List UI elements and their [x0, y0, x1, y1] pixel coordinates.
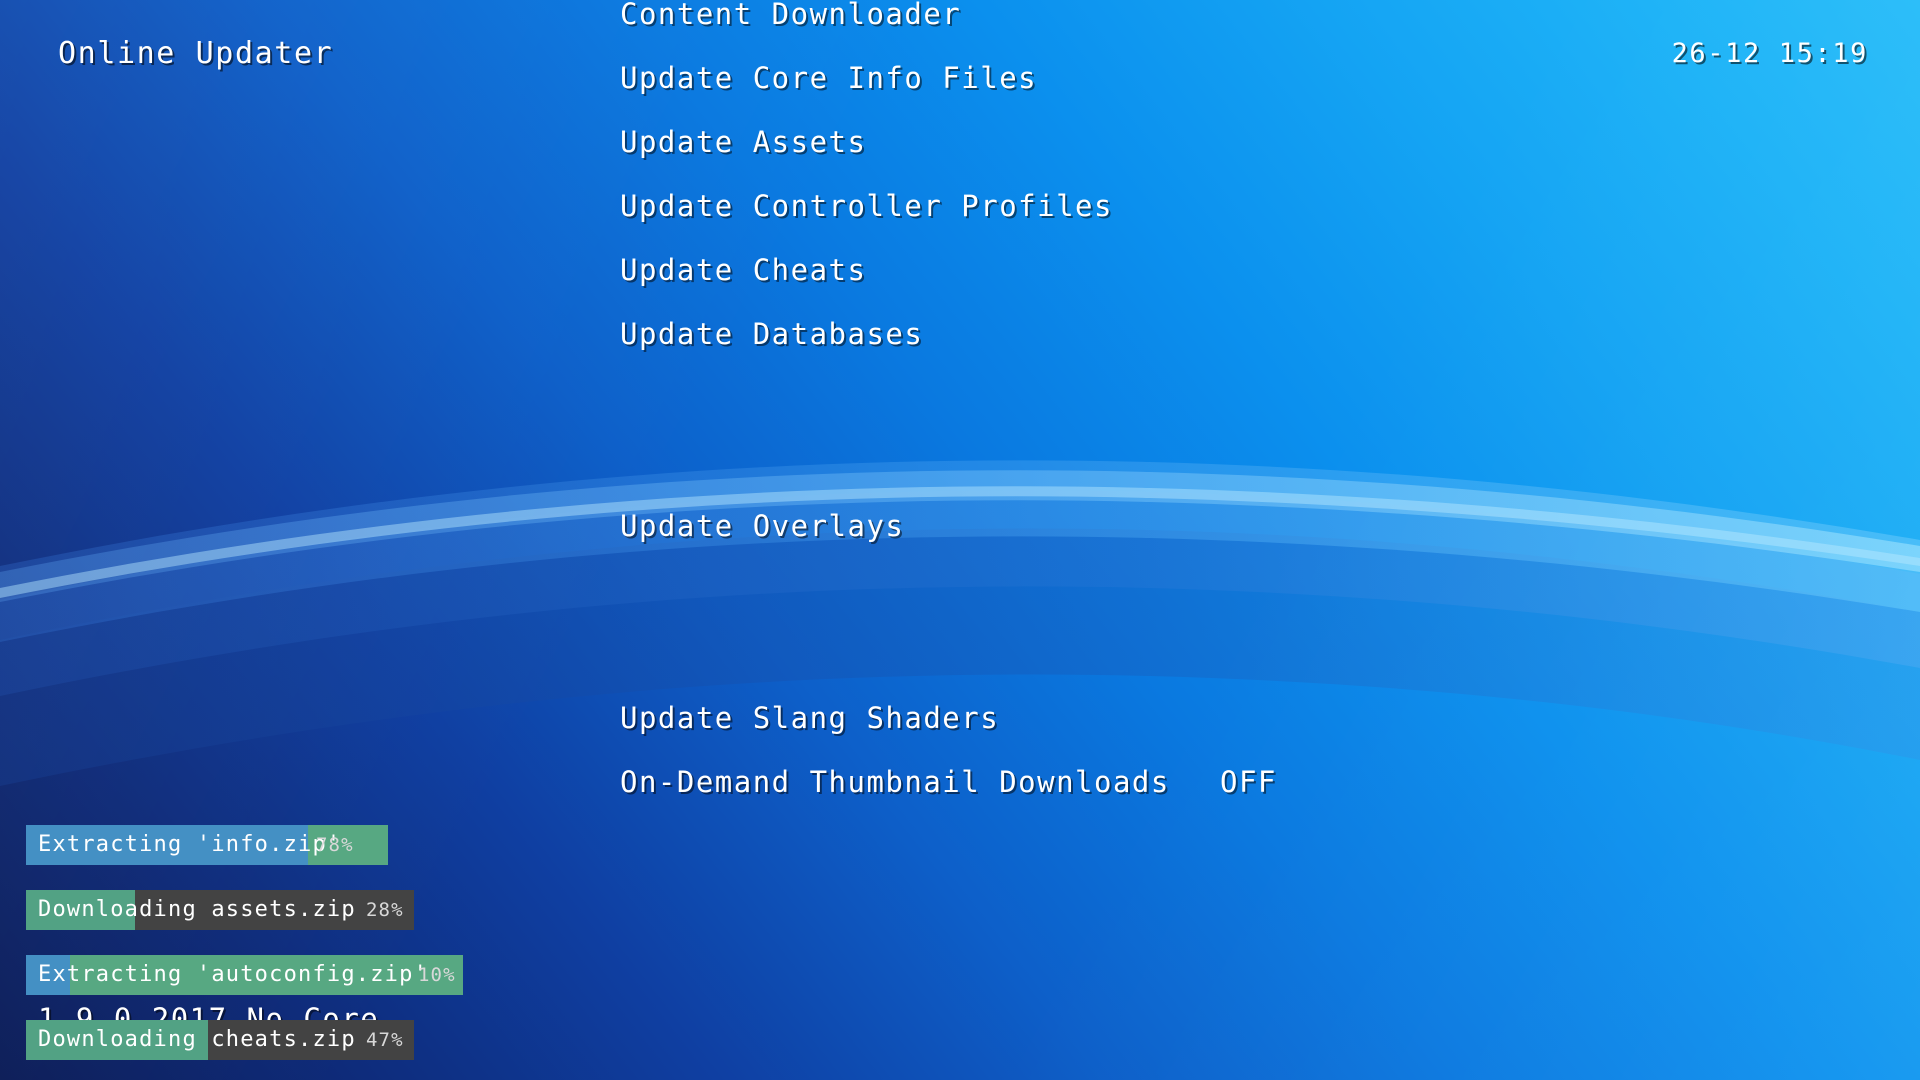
progress-label: Downloading cheats.zip — [38, 1027, 356, 1052]
menu-row-spacer — [620, 622, 1820, 686]
menu-row-spacer — [620, 366, 1820, 430]
menu-item-update-databases[interactable]: Update Databases — [620, 302, 1820, 366]
menu-item-label: Update Controller Profiles — [620, 189, 1113, 223]
menu-item-update-core-info-files[interactable]: Update Core Info Files — [620, 46, 1820, 110]
progress-percent: 28% — [366, 899, 404, 921]
menu-item-content-downloader[interactable]: Content Downloader — [620, 0, 1820, 46]
menu-item-update-overlays[interactable]: Update Overlays — [620, 494, 1820, 558]
progress-toast-list: Extracting 'info.zip' 78% Downloading asse… — [26, 800, 726, 1060]
progress-percent: 78% — [316, 834, 354, 856]
menu-item-update-slang-shaders[interactable]: Update Slang Shaders — [620, 686, 1820, 750]
progress-toast: Downloading assets.zip 28% — [26, 890, 414, 930]
menu-item-label: Update Slang Shaders — [620, 701, 1000, 735]
menu-item-update-assets[interactable]: Update Assets — [620, 110, 1820, 174]
progress-label: Downloading assets.zip — [38, 897, 356, 922]
page-title: Online Updater — [58, 36, 334, 71]
menu-item-update-cheats[interactable]: Update Cheats — [620, 238, 1820, 302]
menu-row-spacer — [620, 558, 1820, 622]
menu-row-spacer — [620, 430, 1820, 494]
progress-toast: Extracting 'autoconfig.zip' 10% — [26, 955, 463, 995]
progress-label: Extracting 'autoconfig.zip' — [38, 962, 429, 987]
menu-item-value: OFF — [1220, 765, 1277, 799]
progress-percent: 10% — [418, 964, 456, 986]
menu-item-on-demand-thumbnail-downloads[interactable]: On-Demand Thumbnail Downloads OFF — [620, 750, 1820, 814]
menu-item-label: Update Assets — [620, 125, 867, 159]
menu-item-label: Update Core Info Files — [620, 61, 1038, 95]
progress-toast: Downloading cheats.zip 47% — [26, 1020, 414, 1060]
progress-percent: 47% — [366, 1029, 404, 1051]
progress-toast: Extracting 'info.zip' 78% — [26, 825, 388, 865]
menu-item-label: Content Downloader — [620, 0, 962, 31]
menu-item-label: Update Overlays — [620, 509, 905, 543]
menu-list: Content Downloader Update Core Info Files… — [620, 0, 1820, 814]
progress-label: Extracting 'info.zip' — [38, 832, 342, 857]
menu-item-label: Update Databases — [620, 317, 924, 351]
menu-item-label: Update Cheats — [620, 253, 867, 287]
menu-item-update-controller-profiles[interactable]: Update Controller Profiles — [620, 174, 1820, 238]
menu-item-label: On-Demand Thumbnail Downloads — [620, 765, 1170, 799]
retroarch-menu-screen: Online Updater 26-12 15:19 1.9.0 2017 No… — [0, 0, 1920, 1080]
